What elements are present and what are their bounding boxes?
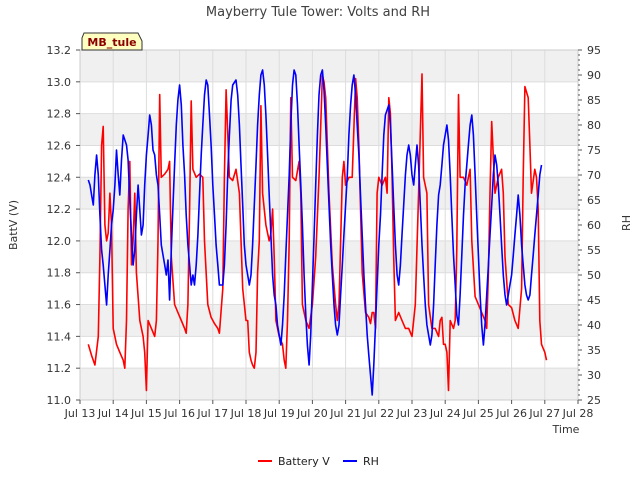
x-tick-label: Jul 14 xyxy=(97,407,129,420)
legend-label: RH xyxy=(363,455,379,468)
y-tick-label: 11.2 xyxy=(47,362,72,375)
y2-axis-ticks: 25 30 35 40 45 50 55 60 65 70 75 80 85 90 95 xyxy=(578,44,601,407)
y2-tick-label: 70 xyxy=(587,169,601,182)
x-tick-label: Jul 27 xyxy=(528,407,560,420)
chart-canvas: Mayberry Tule Tower: Volts and RH Jul 13… xyxy=(7,5,633,468)
y-axis-ticks: 11.0 11.2 11.4 11.6 11.8 12.0 12.2 12.4 12.6 12.8… xyxy=(47,44,80,407)
y2-tick-label: 35 xyxy=(587,344,601,357)
x-tick-label: Jul 28 xyxy=(562,407,594,420)
y-tick-label: 12.0 xyxy=(47,235,72,248)
y-tick-label: 11.6 xyxy=(47,299,72,312)
x-tick-label: Jul 20 xyxy=(296,407,328,420)
y-tick-label: 13.2 xyxy=(47,44,72,57)
plot-background xyxy=(80,50,578,400)
chart-title: Mayberry Tule Tower: Volts and RH xyxy=(206,5,430,20)
y2-tick-label: 90 xyxy=(587,69,601,82)
x-tick-label: Jul 18 xyxy=(230,407,262,420)
y2-tick-label: 75 xyxy=(587,144,601,157)
x-tick-label: Jul 24 xyxy=(429,407,461,420)
legend: Battery V RH xyxy=(258,455,379,468)
x-tick-label: Jul 15 xyxy=(130,407,162,420)
y2-tick-label: 55 xyxy=(587,244,601,257)
y-tick-label: 12.4 xyxy=(47,171,72,184)
y-tick-label: 13.0 xyxy=(47,76,72,89)
x-axis-ticks: Jul 13 Jul 14 Jul 15 Jul 16 Jul 17 Jul 18 Jul … xyxy=(64,400,594,420)
y2-tick-label: 95 xyxy=(587,44,601,57)
y2-tick-label: 50 xyxy=(587,269,601,282)
x-tick-label: Jul 26 xyxy=(495,407,527,420)
y-tick-label: 12.8 xyxy=(47,108,72,121)
x-tick-label: Jul 21 xyxy=(329,407,361,420)
y2-tick-label: 85 xyxy=(587,94,601,107)
x-tick-label: Jul 22 xyxy=(362,407,394,420)
plot-band xyxy=(80,368,578,400)
y2-axis-label: RH xyxy=(620,215,633,231)
y2-tick-label: 40 xyxy=(587,319,601,332)
x-tick-label: Jul 23 xyxy=(396,407,428,420)
x-tick-label: Jul 25 xyxy=(462,407,494,420)
x-tick-label: Jul 16 xyxy=(163,407,195,420)
x-tick-label: Jul 19 xyxy=(263,407,295,420)
plot-area xyxy=(80,50,578,400)
y2-tick-label: 25 xyxy=(587,394,601,407)
legend-label: Battery V xyxy=(278,455,330,468)
y-tick-label: 11.0 xyxy=(47,394,72,407)
x-tick-label: Jul 17 xyxy=(196,407,228,420)
y-axis-label: BattV (V) xyxy=(7,200,20,250)
y-tick-label: 11.4 xyxy=(47,330,72,343)
x-tick-label: Jul 13 xyxy=(64,407,96,420)
station-tag-label: MB_tule xyxy=(87,36,136,49)
plot-band xyxy=(80,50,578,82)
y-tick-label: 12.2 xyxy=(47,203,72,216)
station-tag: MB_tule xyxy=(81,32,143,51)
y2-tick-label: 60 xyxy=(587,219,601,232)
y-tick-label: 11.8 xyxy=(47,267,72,280)
x-axis-label: Time xyxy=(552,423,580,436)
y2-tick-label: 65 xyxy=(587,194,601,207)
y-tick-label: 12.6 xyxy=(47,139,72,152)
y2-tick-label: 80 xyxy=(587,119,601,132)
y2-tick-label: 45 xyxy=(587,294,601,307)
plot-band xyxy=(80,113,578,146)
y2-tick-label: 30 xyxy=(587,369,601,382)
